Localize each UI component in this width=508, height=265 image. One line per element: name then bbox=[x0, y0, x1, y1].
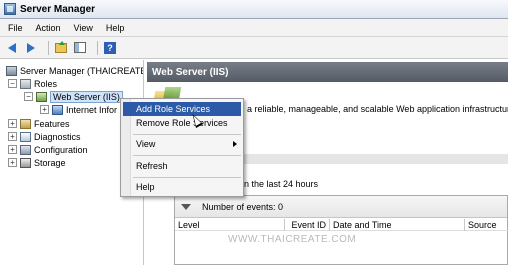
internet-information-services-icon bbox=[52, 104, 63, 115]
expand-icon[interactable]: + bbox=[8, 145, 17, 154]
collapse-icon[interactable]: − bbox=[8, 79, 17, 88]
tree-item-diagnostics[interactable]: + Diagnostics bbox=[8, 130, 81, 143]
column-date-and-time[interactable]: Date and Time bbox=[330, 219, 465, 231]
events-count: Number of events: 0 bbox=[202, 201, 284, 212]
show-hide-console-tree-button[interactable] bbox=[73, 41, 87, 55]
diagnostics-icon bbox=[20, 131, 31, 142]
submenu-arrow-icon bbox=[233, 141, 237, 147]
menu-separator bbox=[133, 134, 241, 135]
up-level-button[interactable] bbox=[54, 40, 68, 55]
menu-item-remove-role-services[interactable]: Remove Role Services bbox=[123, 116, 241, 130]
menu-item-add-role-services[interactable]: Add Role Services bbox=[123, 102, 241, 116]
console-tree-icon bbox=[74, 42, 86, 53]
tree-item-label: Diagnostics bbox=[34, 131, 81, 142]
toolbar-separator bbox=[97, 40, 98, 55]
features-icon bbox=[20, 118, 31, 129]
menu-help[interactable]: Help bbox=[106, 23, 125, 33]
expand-icon[interactable]: + bbox=[8, 119, 17, 128]
tree-item-storage[interactable]: + Storage bbox=[8, 156, 66, 169]
toolbar-separator bbox=[48, 40, 49, 55]
menu-item-refresh[interactable]: Refresh bbox=[123, 159, 241, 173]
role-description: a reliable, manageable, and scalable Web… bbox=[247, 104, 508, 114]
forward-arrow-icon bbox=[27, 42, 35, 53]
collapse-icon[interactable]: − bbox=[24, 92, 33, 101]
expand-icon[interactable]: + bbox=[8, 158, 17, 167]
tree-item-server-manager[interactable]: Server Manager (THAICREATE bbox=[6, 64, 144, 77]
menu-separator bbox=[133, 155, 241, 156]
tree-item-features[interactable]: + Features bbox=[8, 117, 70, 130]
tree-item-label: Web Server (IIS) bbox=[50, 90, 123, 103]
tree-item-label: Configuration bbox=[34, 144, 88, 155]
filter-icon[interactable] bbox=[181, 203, 191, 210]
tree-item-label: Storage bbox=[34, 157, 66, 168]
events-toolbar: Number of events: 0 bbox=[175, 196, 507, 218]
storage-icon bbox=[20, 157, 31, 168]
help-button[interactable]: ? bbox=[103, 41, 117, 55]
menu-item-label: View bbox=[136, 139, 156, 149]
expand-icon[interactable]: + bbox=[8, 132, 17, 141]
events-panel: Number of events: 0 Level Event ID Date … bbox=[174, 195, 508, 265]
tree-item-label: Features bbox=[34, 118, 70, 129]
watermark-text: WWW.THAICREATE.COM bbox=[228, 234, 357, 245]
column-level[interactable]: Level bbox=[175, 219, 285, 231]
roles-icon bbox=[20, 78, 31, 89]
tree-item-configuration[interactable]: + Configuration bbox=[8, 143, 88, 156]
main-pane-header: Web Server (IIS) bbox=[147, 62, 508, 82]
context-menu: Add Role Services Remove Role Services V… bbox=[120, 98, 244, 197]
help-icon: ? bbox=[104, 41, 116, 54]
back-button[interactable] bbox=[5, 41, 19, 55]
configuration-icon bbox=[20, 144, 31, 155]
window-title: Server Manager bbox=[20, 3, 96, 15]
events-caption: in the last 24 hours bbox=[242, 179, 319, 189]
folder-up-icon bbox=[55, 40, 67, 53]
tree-item-roles[interactable]: − Roles bbox=[8, 77, 57, 90]
web-server-icon bbox=[36, 91, 47, 102]
menu-action[interactable]: Action bbox=[36, 23, 61, 33]
tree-item-label: Server Manager (THAICREATE bbox=[20, 65, 144, 76]
menu-file[interactable]: File bbox=[8, 23, 23, 33]
events-column-headers: Level Event ID Date and Time Source bbox=[175, 219, 508, 231]
tree-item-label: Internet Infor bbox=[66, 104, 118, 115]
expand-icon[interactable]: + bbox=[40, 105, 49, 114]
tree-item-internet-information-services[interactable]: + Internet Infor bbox=[40, 103, 117, 116]
title-bar: Server Manager bbox=[0, 0, 508, 19]
menu-bar: File Action View Help bbox=[0, 19, 508, 37]
tree-item-web-server-iis[interactable]: − Web Server (IIS) bbox=[24, 90, 123, 103]
menu-view[interactable]: View bbox=[74, 23, 93, 33]
tree-item-label: Roles bbox=[34, 78, 58, 89]
column-source[interactable]: Source bbox=[465, 219, 508, 231]
server-icon bbox=[6, 65, 17, 76]
back-arrow-icon bbox=[8, 42, 16, 53]
forward-button[interactable] bbox=[24, 41, 38, 55]
menu-item-help[interactable]: Help bbox=[123, 180, 241, 194]
menu-item-view[interactable]: View bbox=[123, 137, 241, 151]
menu-separator bbox=[133, 177, 241, 178]
server-manager-icon bbox=[4, 3, 16, 15]
toolbar: ? bbox=[0, 37, 508, 59]
column-event-id[interactable]: Event ID bbox=[285, 219, 330, 231]
